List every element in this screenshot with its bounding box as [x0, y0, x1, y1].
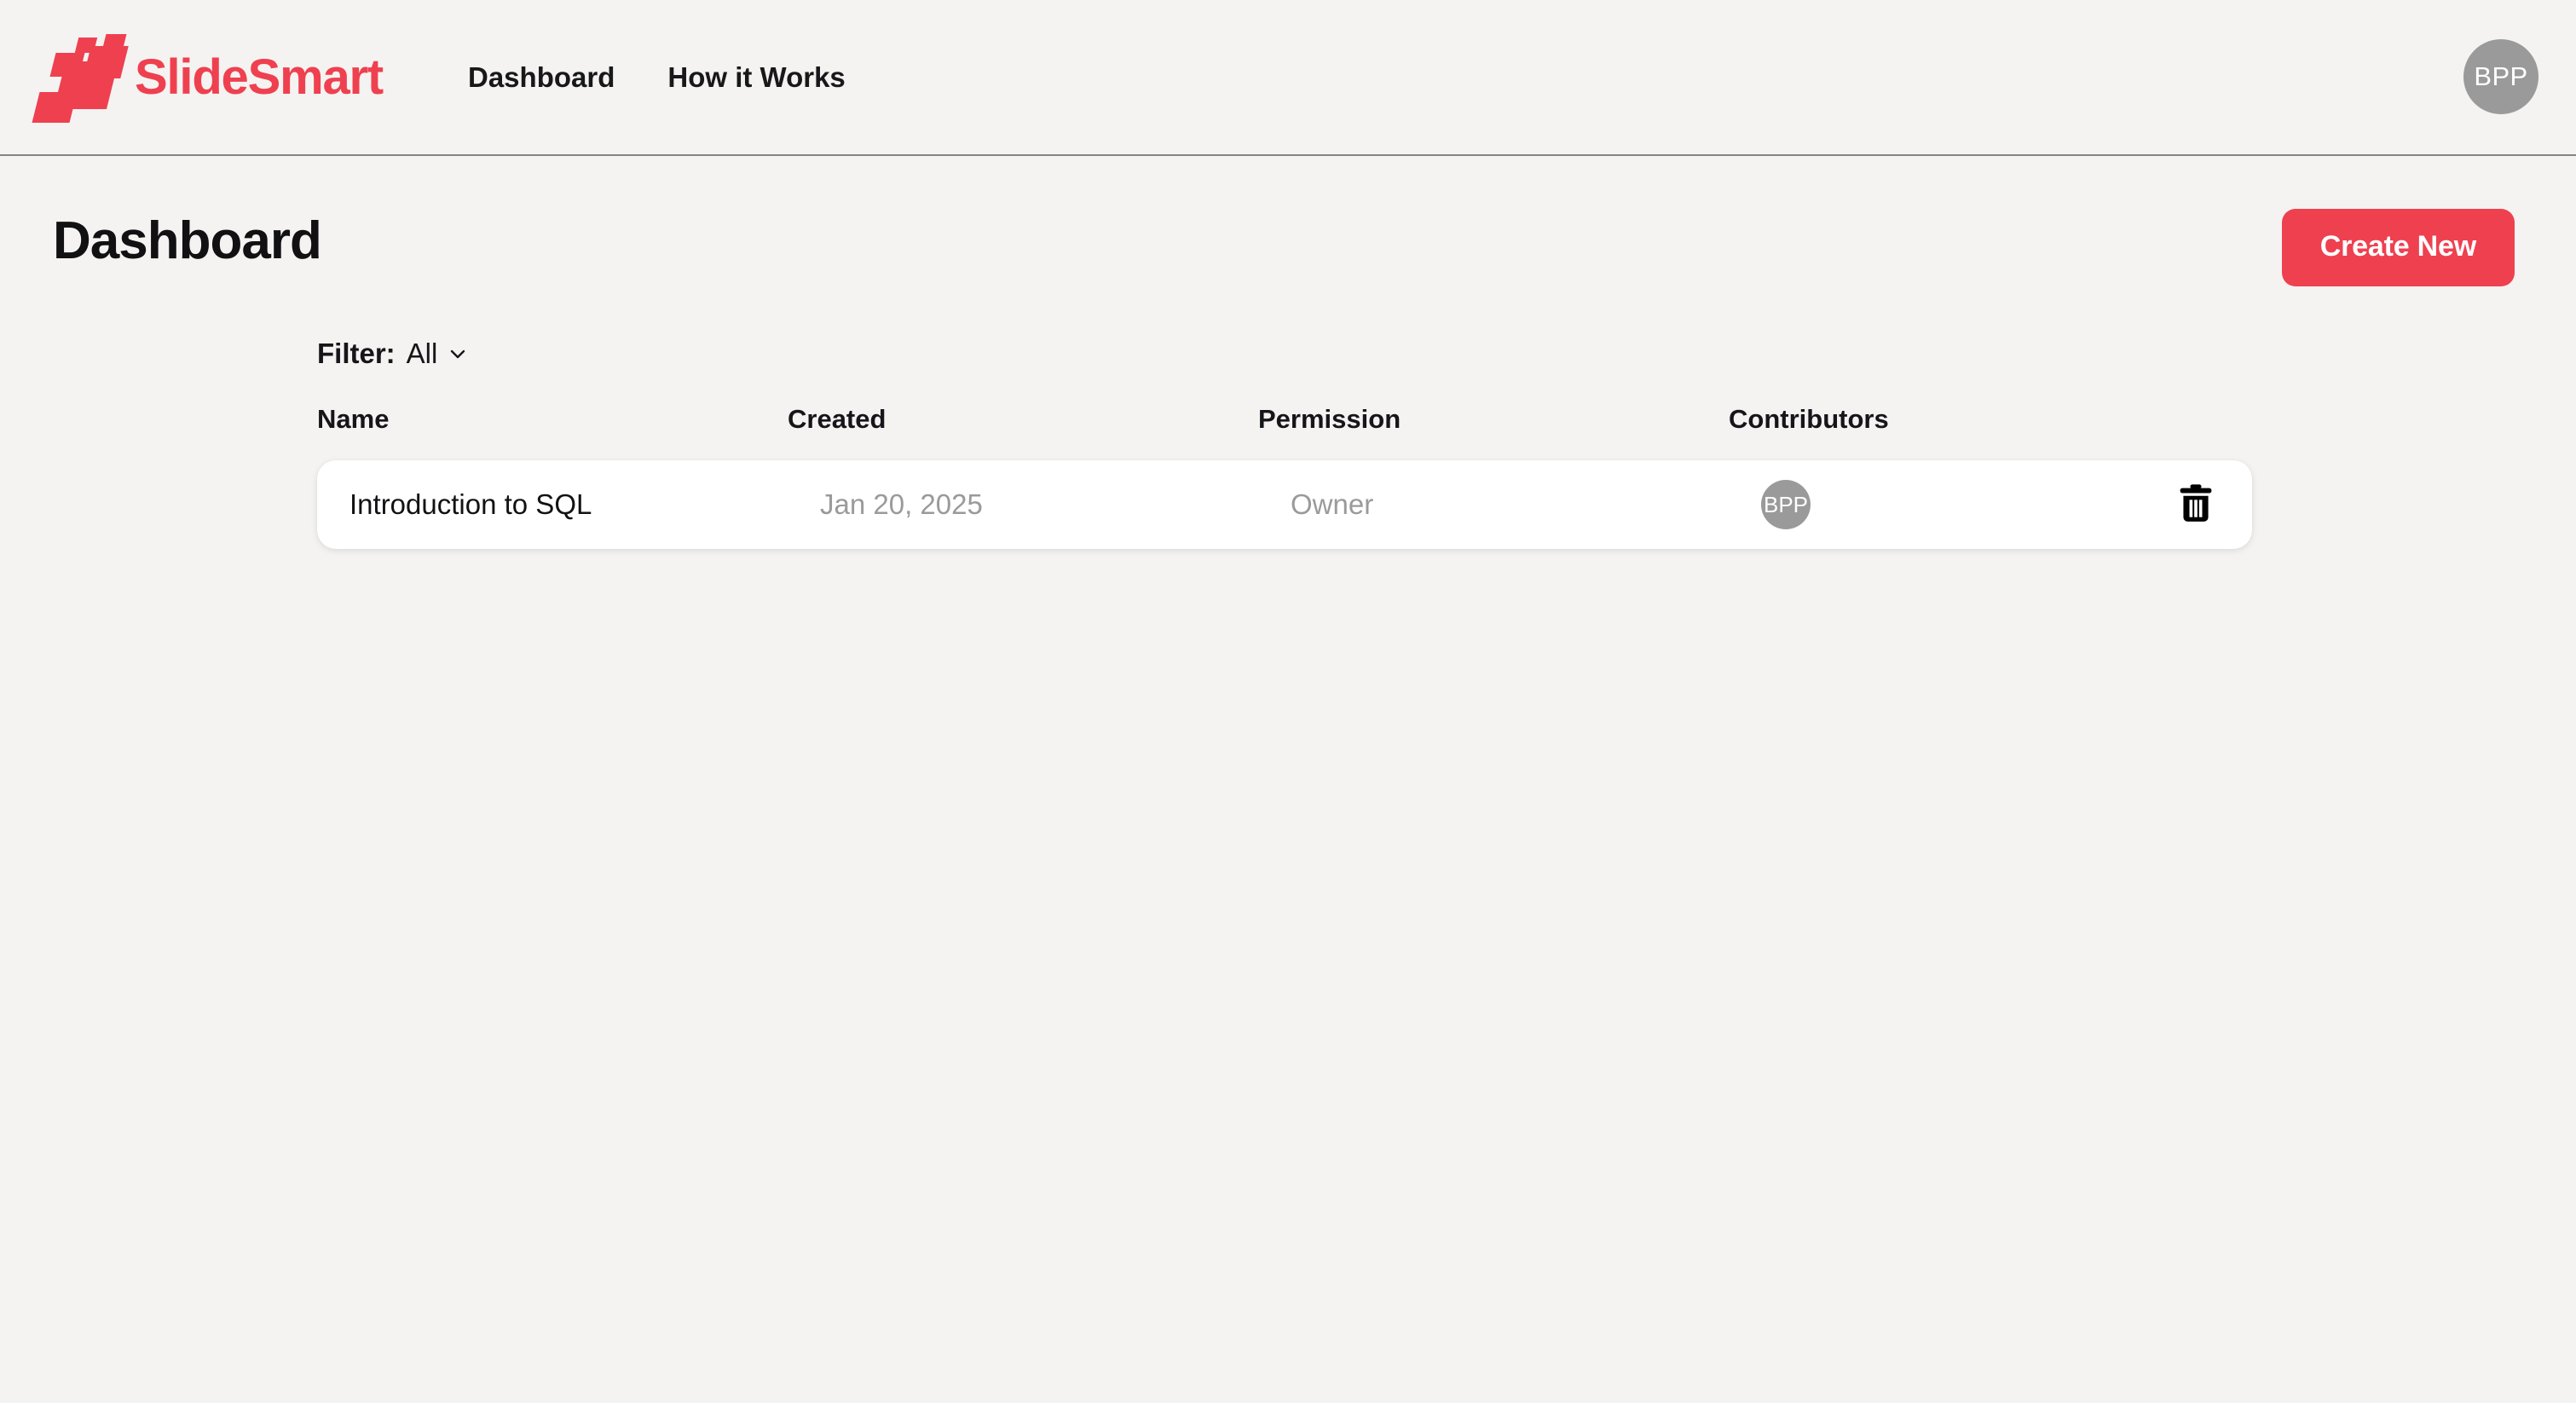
column-header-permission: Permission: [1258, 404, 1401, 434]
contributor-avatar[interactable]: BPP: [1761, 480, 1811, 529]
brand-name: SlideSmart: [135, 49, 384, 105]
column-header-contributors: Contributors: [1729, 404, 1889, 434]
nav-link-how-it-works[interactable]: How it Works: [667, 61, 845, 94]
nav-link-dashboard[interactable]: Dashboard: [468, 61, 615, 94]
page-header-row: Dashboard Create New: [0, 156, 2576, 286]
row-permission: Owner: [1291, 488, 1374, 520]
filter-row: Filter: All: [317, 338, 2252, 370]
top-navbar: SlideSmart Dashboard How it Works BPP: [0, 0, 2576, 156]
filter-selected-value: All: [406, 338, 438, 369]
brand-logo[interactable]: SlideSmart: [32, 32, 384, 123]
slide-cascade-icon: [32, 33, 129, 123]
trash-icon: [2176, 482, 2215, 528]
table-header-row: Name Created Permission Contributors: [317, 404, 2252, 435]
filter-label: Filter:: [317, 338, 396, 369]
main-content: Filter: All Name Created Permission Cont…: [0, 338, 2576, 549]
create-new-button[interactable]: Create New: [2281, 209, 2515, 286]
row-name: Introduction to SQL: [349, 488, 592, 520]
table-row[interactable]: Introduction to SQL Jan 20, 2025 Owner B…: [317, 460, 2252, 549]
filter-dropdown[interactable]: All: [407, 338, 469, 370]
row-created-date: Jan 20, 2025: [820, 488, 983, 520]
avatar[interactable]: BPP: [2463, 39, 2538, 114]
nav-links: Dashboard How it Works: [468, 61, 846, 94]
chevron-down-icon: [448, 344, 468, 364]
column-header-created: Created: [788, 404, 887, 434]
column-header-name: Name: [317, 404, 390, 434]
delete-row-button[interactable]: [2172, 479, 2220, 530]
page-title: Dashboard: [53, 211, 322, 271]
